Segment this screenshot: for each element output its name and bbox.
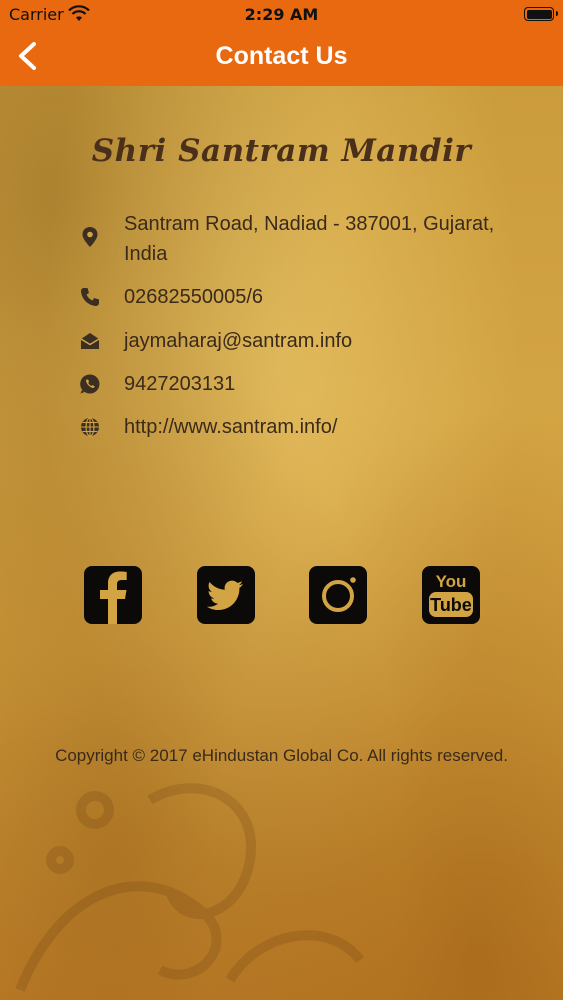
twitter-icon (207, 580, 243, 610)
copyright-text: Copyright © 2017 eHindustan Global Co. A… (55, 746, 508, 765)
mail-icon (80, 333, 100, 349)
svg-text:You: You (436, 572, 467, 591)
youtube-button[interactable]: You Tube (422, 566, 480, 624)
navigation-bar: Carrier 2:29 AM Contact Us (0, 0, 563, 86)
battery-icon (524, 7, 558, 21)
clock: 2:29 AM (244, 5, 319, 24)
website-link[interactable]: http://www.santram.info/ (124, 412, 504, 442)
address-text: Santram Road, Nadiad - 387001, Gujarat, … (124, 213, 495, 265)
facebook-button[interactable] (84, 566, 142, 624)
whatsapp-icon (80, 374, 100, 394)
page-title: Contact Us (215, 42, 348, 70)
email-address[interactable]: jaymaharaj@santram.info (124, 326, 504, 356)
whatsapp-number[interactable]: 9427203131 (124, 369, 504, 399)
instagram-button[interactable] (309, 566, 367, 624)
phone-icon (81, 288, 99, 306)
status-bar: Carrier 2:29 AM (0, 0, 563, 30)
twitter-button[interactable] (197, 566, 255, 624)
globe-icon (81, 417, 99, 437)
facebook-icon (100, 571, 127, 624)
phone-number[interactable]: 02682550005/6 (124, 282, 504, 312)
youtube-icon: You Tube (429, 572, 473, 617)
location-pin-icon (82, 227, 98, 247)
instagram-icon (322, 577, 356, 612)
svg-text:Tube: Tube (430, 595, 472, 615)
temple-name-heading: Shri Santram Mandir (91, 133, 472, 169)
decorative-swirl (15, 783, 364, 992)
